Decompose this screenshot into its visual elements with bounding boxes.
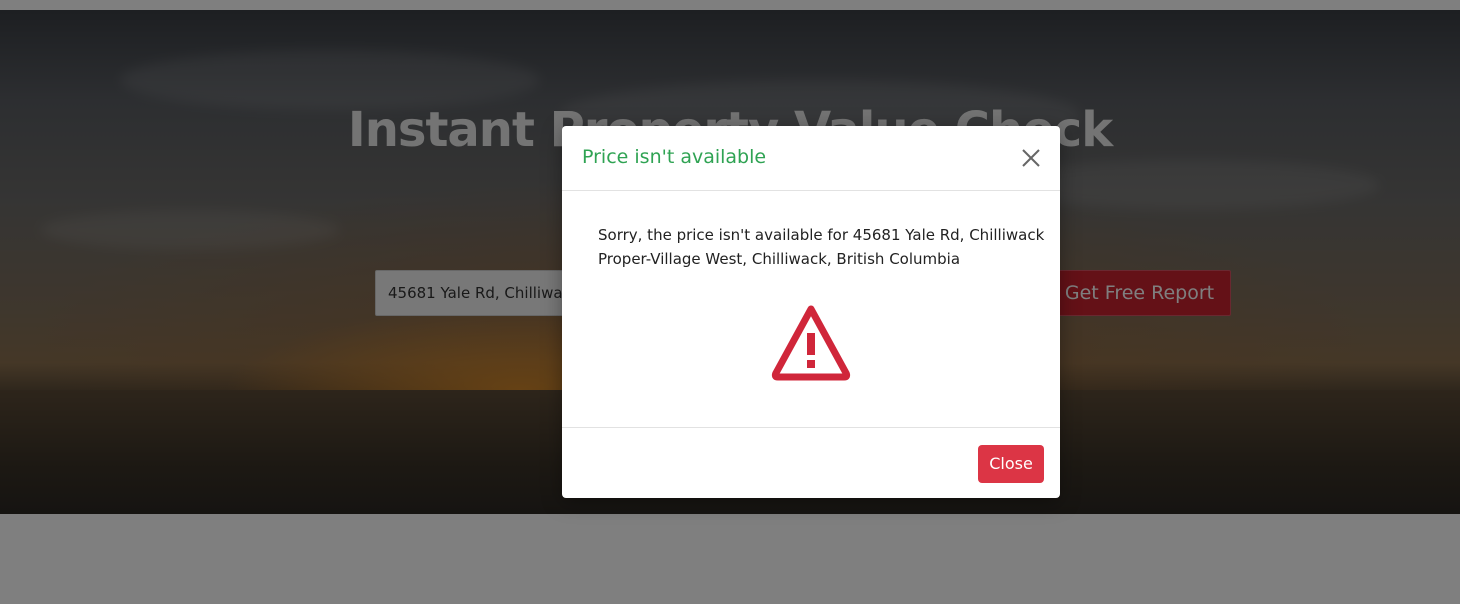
modal-title: Price isn't available [582, 146, 767, 168]
modal-body: Sorry, the price isn't available for 456… [562, 191, 1060, 428]
modal-header: Price isn't available [562, 126, 1060, 191]
close-button[interactable]: Close [978, 445, 1044, 483]
warning-icon [770, 303, 852, 383]
modal-message: Sorry, the price isn't available for 456… [598, 226, 1045, 268]
modal-footer: Close [562, 427, 1060, 498]
price-unavailable-dialog: Price isn't available Sorry, the price i… [562, 126, 1060, 498]
close-icon[interactable] [1018, 145, 1044, 171]
